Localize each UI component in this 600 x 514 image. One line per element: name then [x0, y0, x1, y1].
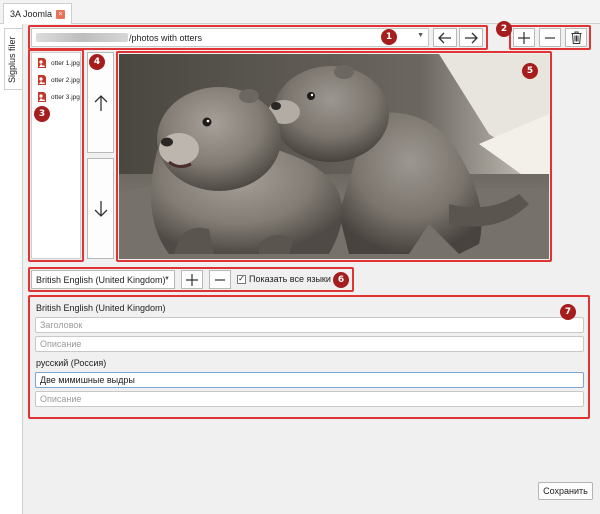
callout-badge-6: 6: [333, 272, 349, 288]
callout-badge-1: 1: [381, 29, 397, 45]
document-tab-label: 3A Joomla: [10, 9, 53, 19]
callout-box-3: [28, 49, 84, 262]
callout-badge-5: 5: [522, 63, 538, 79]
callout-badge-7: 7: [560, 304, 576, 320]
arrow-down-icon: [94, 200, 107, 217]
callout-box-1: [28, 25, 488, 50]
callout-badge-2: 2: [496, 21, 512, 37]
save-button[interactable]: Сохранить: [538, 482, 593, 500]
move-down-button[interactable]: [87, 158, 114, 259]
document-tab-bar: 3A Joomla ×: [0, 0, 600, 24]
arrow-up-icon: [94, 94, 107, 111]
main-panel: /photos with otters ▼ otter 1.jpg otter …: [22, 21, 600, 514]
callout-badge-3: 3: [34, 106, 50, 122]
document-tab[interactable]: 3A Joomla ×: [3, 3, 73, 24]
side-tab-label: Sigplus filer: [7, 36, 17, 84]
callout-box-6: [28, 267, 354, 292]
callout-box-7: [28, 295, 590, 419]
callout-box-5: [116, 51, 552, 262]
side-tab-sigplus[interactable]: Sigplus filer: [4, 28, 22, 90]
callout-badge-4: 4: [89, 54, 105, 70]
callout-box-2: [509, 25, 591, 50]
close-icon[interactable]: ×: [56, 9, 66, 19]
